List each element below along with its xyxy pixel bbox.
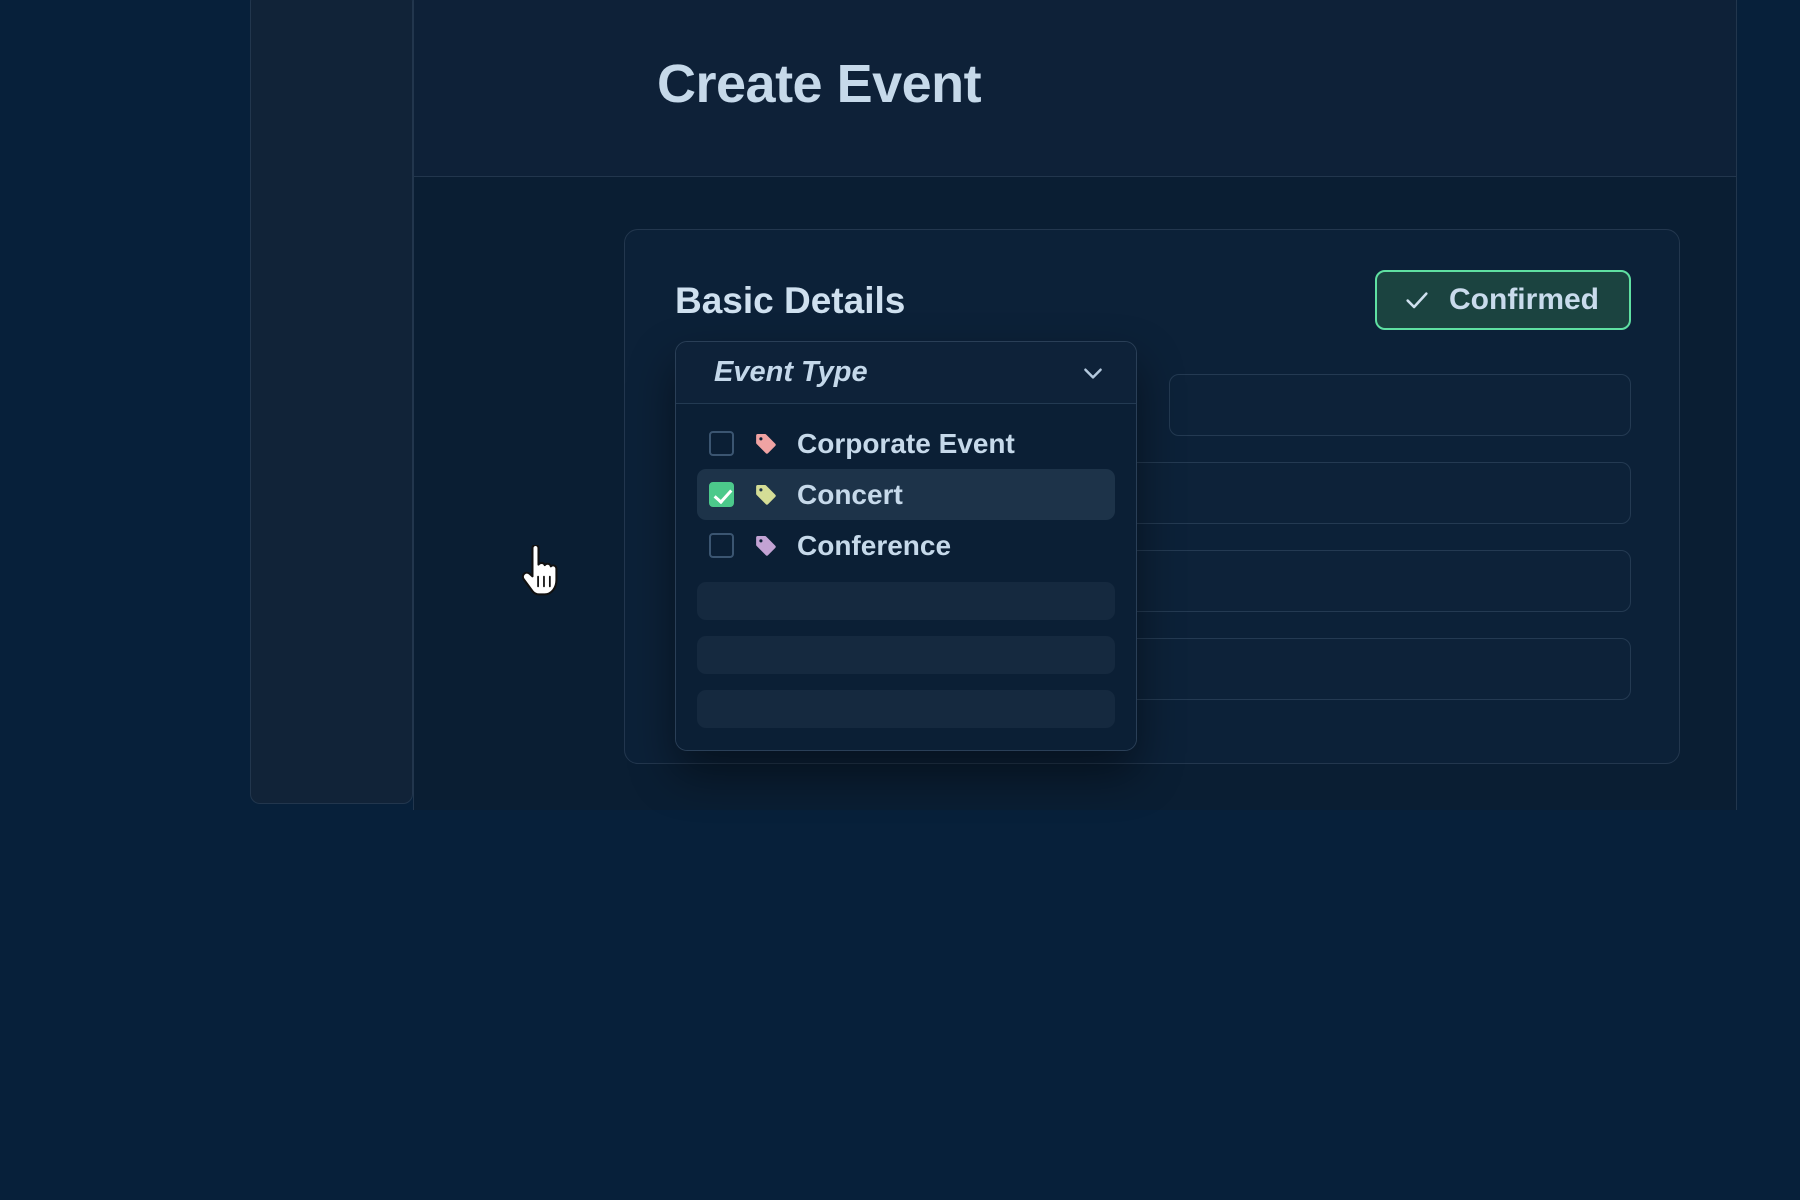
status-badge[interactable]: Confirmed [1375, 270, 1631, 330]
event-location-field[interactable] [1169, 374, 1631, 436]
card-title: Basic Details [675, 282, 905, 319]
card-header: Basic Details Confirmed [675, 270, 1631, 330]
tag-icon [753, 482, 778, 507]
content-column: Create Event Basic Details Confirmed [413, 0, 1737, 810]
page-main: Basic Details Confirmed [414, 177, 1736, 810]
event-type-dropdown: Event Type Corpo [675, 341, 1137, 751]
event-type-select[interactable]: Event Type [676, 342, 1136, 404]
option-label: Concert [797, 481, 903, 509]
option-conference[interactable]: Conference [697, 520, 1115, 571]
event-type-select-value: Event Type [714, 358, 868, 387]
basic-details-card: Basic Details Confirmed [624, 229, 1680, 764]
sidebar [250, 0, 413, 804]
status-badge-label: Confirmed [1449, 285, 1599, 315]
skeleton-bar [697, 690, 1115, 728]
option-label: Corporate Event [797, 430, 1015, 458]
app-shell: Create Event Basic Details Confirmed [250, 0, 1552, 810]
event-type-option-list: Corporate Event Concert [676, 404, 1136, 571]
page-header: Create Event [414, 0, 1736, 177]
skeleton-bar [697, 582, 1115, 620]
option-checkbox[interactable] [709, 533, 734, 558]
option-checkbox[interactable] [709, 431, 734, 456]
dropdown-loading-group [676, 571, 1136, 750]
option-corporate-event[interactable]: Corporate Event [697, 418, 1115, 469]
skeleton-bar [697, 636, 1115, 674]
tag-icon [753, 533, 778, 558]
option-concert[interactable]: Concert [697, 469, 1115, 520]
chevron-down-icon [1080, 360, 1106, 386]
check-icon [1403, 286, 1431, 314]
page-title: Create Event [657, 57, 981, 111]
tag-icon [753, 431, 778, 456]
option-checkbox[interactable] [709, 482, 734, 507]
option-label: Conference [797, 532, 951, 560]
